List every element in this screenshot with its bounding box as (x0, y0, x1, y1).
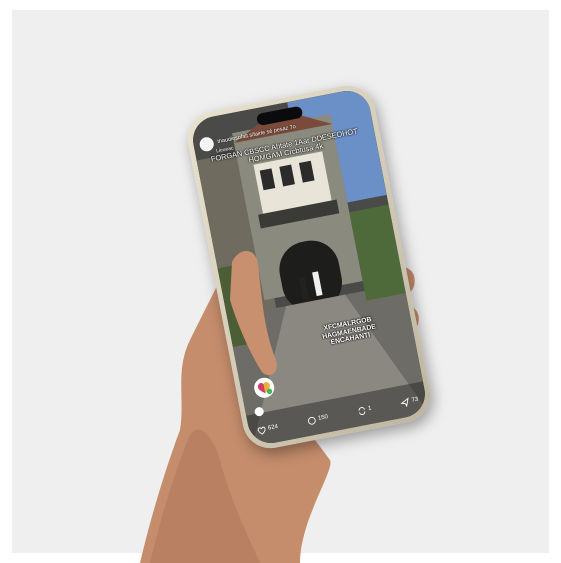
repost-icon (358, 406, 366, 415)
heart-icon (257, 426, 266, 435)
repost-count: 1 (367, 405, 373, 413)
comment-icon (307, 416, 316, 425)
repost-button[interactable]: 1 (357, 404, 373, 416)
like-button[interactable]: 624 (256, 422, 279, 435)
send-icon (400, 396, 409, 407)
share-count: 73 (411, 396, 419, 404)
comment-button[interactable]: 150 (307, 413, 329, 426)
share-button[interactable]: 73 (400, 395, 419, 407)
like-count: 624 (267, 423, 279, 432)
author-avatar[interactable] (198, 136, 215, 153)
comment-count: 150 (317, 414, 329, 422)
